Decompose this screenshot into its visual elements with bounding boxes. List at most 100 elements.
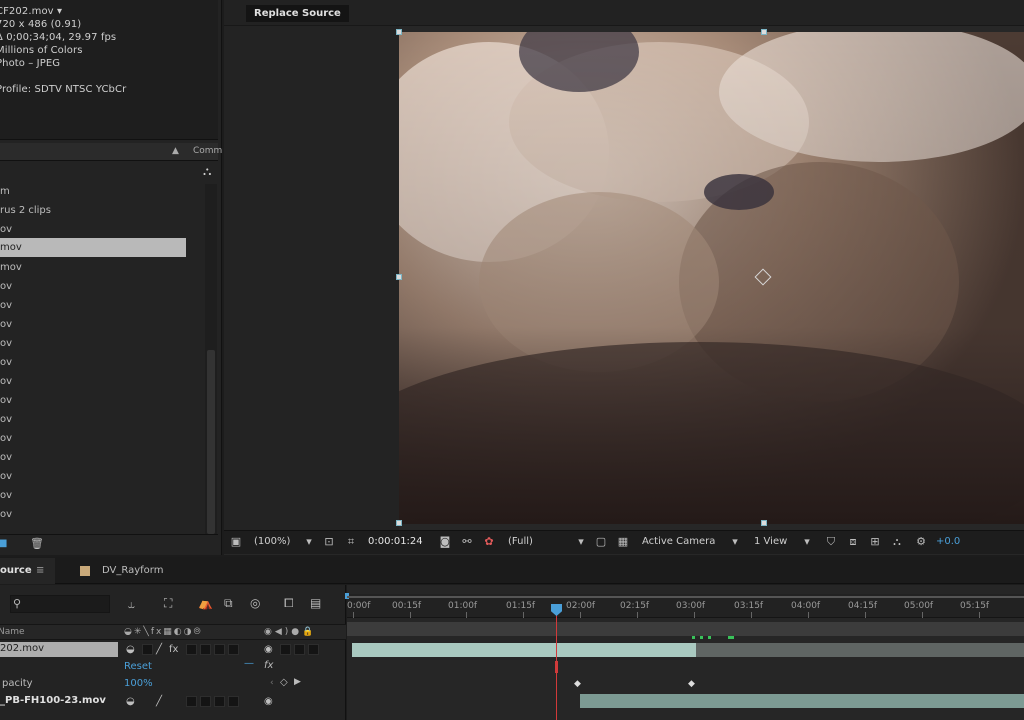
transparency-grid-icon[interactable]: ▦ bbox=[616, 535, 630, 548]
layer-search-input[interactable]: ⚲ bbox=[10, 595, 110, 613]
project-item[interactable]: ov bbox=[0, 220, 200, 239]
effects-switch-icon[interactable]: fx bbox=[169, 644, 178, 655]
switch-box[interactable] bbox=[186, 696, 197, 707]
region-of-interest-icon[interactable]: ▢ bbox=[594, 535, 608, 548]
next-keyframe-icon[interactable]: ▶ bbox=[294, 677, 301, 687]
project-item[interactable]: ov bbox=[0, 334, 200, 353]
camera-dropdown[interactable]: Active Camera bbox=[642, 536, 715, 547]
graph-editor-icon[interactable]: ⧠ bbox=[284, 596, 294, 611]
current-timecode[interactable]: 0:00:01:24 bbox=[368, 536, 423, 547]
layer-row[interactable]: _PB-FH100-23.mov ◒ ╱ ◉ bbox=[0, 692, 346, 709]
zoom-dropdown[interactable]: (100%) bbox=[254, 536, 290, 547]
project-item-selected[interactable]: mov bbox=[0, 238, 186, 257]
project-item[interactable]: m bbox=[0, 182, 200, 201]
opacity-keyframe-icon[interactable]: ◆ bbox=[574, 679, 581, 689]
quality-switch-icon[interactable]: ╱ bbox=[156, 644, 162, 655]
project-item[interactable]: ov bbox=[0, 448, 200, 467]
flowchart-view-icon[interactable]: ⛬ bbox=[890, 535, 904, 548]
switch-box[interactable] bbox=[308, 644, 319, 655]
trash-icon[interactable]: 🗑 bbox=[30, 537, 44, 550]
work-area-track[interactable] bbox=[347, 622, 1024, 636]
tab-menu-icon[interactable]: ≡ bbox=[36, 558, 44, 584]
project-item[interactable]: rus 2 clips bbox=[0, 201, 200, 220]
footage-name[interactable]: CF202.mov ▾ bbox=[0, 6, 62, 17]
shy-switch-icon[interactable]: ◒ bbox=[126, 644, 135, 655]
visibility-eye-icon[interactable]: ◉ bbox=[264, 696, 273, 707]
show-snapshot-icon[interactable]: ⚯ bbox=[460, 535, 474, 548]
visibility-eye-icon[interactable]: ◉ bbox=[264, 644, 273, 655]
switch-box[interactable] bbox=[228, 644, 239, 655]
project-item[interactable]: mov bbox=[0, 258, 200, 277]
flowchart-icon[interactable]: ⛬ bbox=[203, 164, 211, 179]
draft-3d-icon[interactable]: ⛶ bbox=[164, 596, 172, 611]
layer-name[interactable]: _PB-FH100-23.mov bbox=[0, 695, 106, 706]
project-item[interactable]: ov bbox=[0, 296, 200, 315]
transform-handle[interactable] bbox=[396, 29, 402, 35]
transform-handle[interactable] bbox=[761, 520, 767, 526]
new-item-icon[interactable]: ■ bbox=[0, 538, 7, 549]
resolution-grid-icon[interactable]: ⊡ bbox=[322, 535, 336, 548]
snapshot-camera-icon[interactable]: ◙ bbox=[438, 535, 452, 548]
frame-blending-icon[interactable]: ⧉ bbox=[224, 596, 233, 611]
exposure-reset-icon[interactable]: ⚙ bbox=[914, 535, 928, 548]
switch-box[interactable] bbox=[186, 644, 197, 655]
switch-box[interactable] bbox=[228, 696, 239, 707]
project-item[interactable]: ov bbox=[0, 372, 200, 391]
switch-box[interactable] bbox=[214, 696, 225, 707]
layer-bar-pb-fh100[interactable] bbox=[580, 694, 1024, 708]
project-item[interactable]: ov bbox=[0, 391, 200, 410]
work-area-bar[interactable] bbox=[347, 596, 1024, 598]
project-item[interactable]: ov bbox=[0, 277, 200, 296]
quality-switch-icon[interactable]: ╱ bbox=[156, 696, 162, 707]
project-item[interactable]: ov bbox=[0, 429, 200, 448]
project-item[interactable]: ov bbox=[0, 410, 200, 429]
composition-frame[interactable] bbox=[399, 32, 1024, 524]
fast-previews-icon[interactable]: ⧈ bbox=[846, 535, 860, 548]
resolution-dropdown[interactable]: (Full) bbox=[508, 536, 533, 547]
layer-bar-cf202[interactable] bbox=[352, 643, 696, 657]
channel-rgb-icon[interactable]: ✿ bbox=[482, 535, 496, 548]
exposure-value[interactable]: +0.0 bbox=[936, 536, 960, 547]
always-preview-icon[interactable]: ▣ bbox=[229, 535, 243, 548]
opacity-keyframe-icon[interactable]: ◆ bbox=[688, 679, 695, 689]
tab-dv-rayform[interactable]: DV_Rayform bbox=[102, 565, 163, 576]
transform-handle[interactable] bbox=[396, 274, 402, 280]
camera-chevron-down-icon[interactable]: ▾ bbox=[728, 535, 742, 548]
switch-box[interactable] bbox=[200, 644, 211, 655]
keyframe-diamond-icon[interactable]: ◇ bbox=[280, 677, 288, 688]
layer-row[interactable]: 202.mov ◒ ╱ fx ◉ bbox=[0, 641, 346, 658]
shy-layers-icon[interactable]: ⛺ bbox=[198, 596, 213, 610]
switch-box[interactable] bbox=[142, 644, 153, 655]
pixel-aspect-icon[interactable]: ⛉ bbox=[824, 535, 838, 548]
layer-name[interactable]: 202.mov bbox=[0, 643, 44, 654]
switch-box[interactable] bbox=[294, 644, 305, 655]
opacity-value[interactable]: 100% bbox=[124, 678, 153, 689]
resolution-chevron-down-icon[interactable]: ▾ bbox=[574, 535, 588, 548]
layer-bar-trimmed[interactable] bbox=[696, 643, 1024, 657]
project-scrollbar-thumb[interactable] bbox=[207, 350, 215, 534]
viewer-tab-replace-source[interactable]: Replace Source bbox=[246, 5, 349, 22]
mask-visibility-icon[interactable]: ⌗ bbox=[344, 535, 358, 548]
switch-box[interactable] bbox=[280, 644, 291, 655]
motion-blur-icon[interactable]: ◎ bbox=[250, 596, 260, 610]
reset-link[interactable]: Reset bbox=[124, 661, 152, 672]
timeline-icon[interactable]: ⊞ bbox=[868, 535, 882, 548]
transform-handle[interactable] bbox=[761, 29, 767, 35]
project-item[interactable]: ov bbox=[0, 353, 200, 372]
zoom-chevron-down-icon[interactable]: ▾ bbox=[302, 535, 316, 548]
project-item[interactable]: ov bbox=[0, 467, 200, 486]
tab-source-comp[interactable]: ource ≡ bbox=[0, 558, 55, 584]
comp-settings-icon[interactable]: ▤ bbox=[310, 596, 321, 610]
view-layout-dropdown[interactable]: 1 View bbox=[754, 536, 787, 547]
shy-switch-icon[interactable]: ◒ bbox=[126, 696, 135, 707]
sort-arrow-icon[interactable]: ▲ bbox=[172, 146, 179, 156]
switch-box[interactable] bbox=[200, 696, 211, 707]
project-item[interactable]: ov bbox=[0, 315, 200, 334]
switch-box[interactable] bbox=[214, 644, 225, 655]
fx-icon[interactable]: fx bbox=[264, 660, 273, 671]
playhead-line[interactable] bbox=[556, 610, 557, 720]
project-item[interactable]: ov bbox=[0, 505, 200, 524]
prev-keyframe-icon[interactable]: ‹ bbox=[270, 678, 274, 688]
project-item[interactable]: ov bbox=[0, 486, 200, 505]
view-chevron-down-icon[interactable]: ▾ bbox=[800, 535, 814, 548]
